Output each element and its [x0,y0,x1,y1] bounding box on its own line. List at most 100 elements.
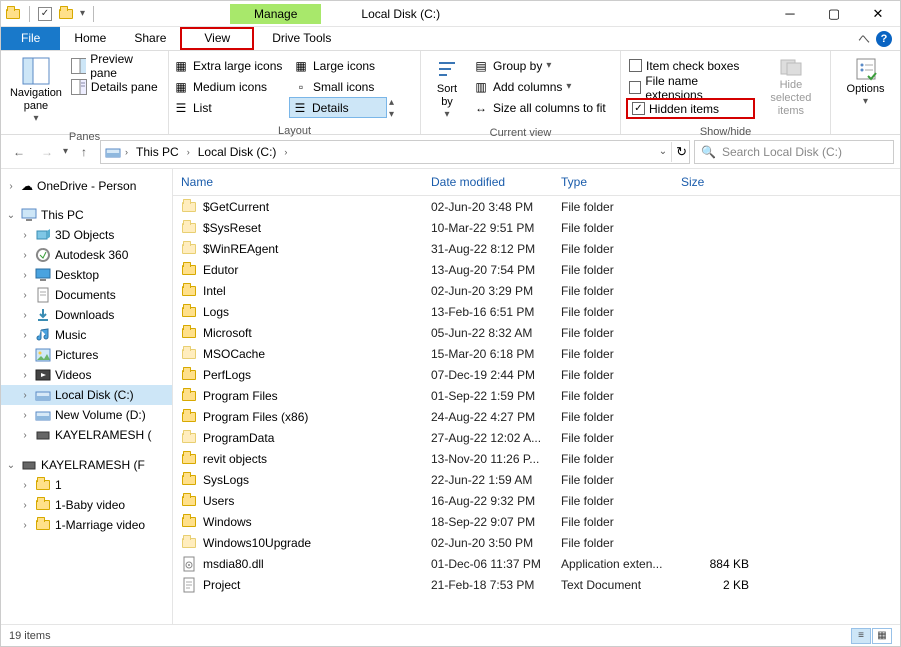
file-row[interactable]: SysLogs22-Jun-22 1:59 AMFile folder [173,469,900,490]
layout-medium-icons[interactable]: ▦Medium icons [171,76,291,97]
explorer-window: ✓ ▾ Manage Local Disk (C:) ─ ▢ ✕ File Ho… [0,0,901,647]
folder-hidden-icon [181,220,197,236]
tree-item[interactable]: ›Documents [1,285,172,305]
file-row[interactable]: Intel02-Jun-20 3:29 PMFile folder [173,280,900,301]
file-name: SysLogs [203,473,249,487]
up-button[interactable]: ↑ [72,140,96,164]
tree-item[interactable]: ›1 [1,475,172,495]
file-row[interactable]: Windows10Upgrade02-Jun-20 3:50 PMFile fo… [173,532,900,553]
minimize-button[interactable]: ─ [768,1,812,27]
recent-locations-icon[interactable]: ▾ [63,146,68,157]
sort-by-button[interactable]: Sort by ▾ [427,55,467,122]
options-button[interactable]: Options ▾ [838,55,894,109]
tree-item[interactable]: ›Pictures [1,345,172,365]
crumb-this-pc[interactable]: This PC [132,145,183,159]
tab-share[interactable]: Share [120,27,180,50]
file-extensions-toggle[interactable]: File name extensions [627,77,754,98]
tree-item[interactable]: ›1-Marriage video [1,515,172,535]
file-name: Windows [203,515,252,529]
back-button[interactable]: ← [7,140,31,164]
file-row[interactable]: revit objects13-Nov-20 11:26 P...File fo… [173,448,900,469]
file-row[interactable]: Microsoft05-Jun-22 8:32 AMFile folder [173,322,900,343]
chevron-right-icon[interactable]: › [123,147,130,157]
search-input[interactable]: 🔍 Search Local Disk (C:) [694,140,894,164]
tab-drive-tools[interactable]: Drive Tools [258,27,345,50]
layout-details[interactable]: ☰Details [289,97,387,118]
file-row[interactable]: MSOCache15-Mar-20 6:18 PMFile folder [173,343,900,364]
tree-item[interactable]: ›Music [1,325,172,345]
tab-home[interactable]: Home [60,27,120,50]
details-pane-button[interactable]: Details pane [69,76,162,97]
ribbon-group-show-hide: Item check boxes File name extensions Hi… [621,51,831,134]
col-name[interactable]: Name [181,175,431,189]
tree-item[interactable]: ›Desktop [1,265,172,285]
details-view-button[interactable]: ≡ [851,628,871,644]
file-row[interactable]: Project21-Feb-18 7:53 PMText Document2 K… [173,574,900,595]
file-row[interactable]: Program Files (x86)24-Aug-22 4:27 PMFile… [173,406,900,427]
tree-removable-drive[interactable]: ⌄KAYELRAMESH (F [1,455,172,475]
add-columns-button[interactable]: ▥Add columns▾ [471,76,608,97]
file-name: Users [203,494,234,508]
size-all-columns-button[interactable]: ↔Size all columns to fit [471,97,608,118]
maximize-button[interactable]: ▢ [812,1,856,27]
tree-item[interactable]: ›3D Objects [1,225,172,245]
chevron-right-icon[interactable]: › [282,147,289,157]
file-row[interactable]: msdia80.dll01-Dec-06 11:37 PMApplication… [173,553,900,574]
thumbnails-view-button[interactable]: ▦ [872,628,892,644]
layout-large-icons[interactable]: ▦Large icons [291,55,391,76]
tree-item[interactable]: ›Videos [1,365,172,385]
chevron-right-icon[interactable]: › [185,147,192,157]
help-icon[interactable]: ? [876,31,892,47]
tree-item[interactable]: ›New Volume (D:) [1,405,172,425]
file-row[interactable]: Program Files01-Sep-22 1:59 PMFile folde… [173,385,900,406]
layout-list[interactable]: ☰List [171,97,289,118]
qat-customize-icon[interactable]: ▾ [80,8,85,19]
tree-item[interactable]: ›Autodesk 360 [1,245,172,265]
preview-pane-button[interactable]: Preview pane [69,55,162,76]
file-row[interactable]: $SysReset10-Mar-22 9:51 PMFile folder [173,217,900,238]
cloud-icon: ☁ [21,179,33,193]
qat-newfolder-icon[interactable] [58,6,74,22]
navigation-pane-button[interactable]: Navigation pane ▾ [7,55,65,126]
refresh-button[interactable]: ↻ [676,144,687,160]
collapse-ribbon-icon[interactable]: へ [858,30,870,47]
col-type[interactable]: Type [561,175,681,189]
forward-button[interactable]: → [35,140,59,164]
file-row[interactable]: Windows18-Sep-22 9:07 PMFile folder [173,511,900,532]
folder-icon [35,517,51,533]
file-row[interactable]: $GetCurrent02-Jun-20 3:48 PMFile folder [173,196,900,217]
hide-selected-items-button[interactable]: Hide selected items [758,55,824,121]
close-button[interactable]: ✕ [856,1,900,27]
tree-item[interactable]: ›Local Disk (C:) [1,385,172,405]
file-name: revit objects [203,452,267,466]
layout-scroll-down-icon[interactable]: ▾ [389,109,394,120]
crumb-local-disk[interactable]: Local Disk (C:) [194,145,281,159]
col-size[interactable]: Size [681,175,761,189]
file-row[interactable]: Users16-Aug-22 9:32 PMFile folder [173,490,900,511]
content-area: ›☁OneDrive - Person ⌄This PC ›3D Objects… [1,169,900,624]
tree-item[interactable]: ›1-Baby video [1,495,172,515]
col-date[interactable]: Date modified [431,175,561,189]
qat-properties-icon[interactable]: ✓ [38,7,52,21]
tree-onedrive[interactable]: ›☁OneDrive - Person [1,177,172,195]
tree-this-pc[interactable]: ⌄This PC [1,205,172,225]
layout-extra-large-icons[interactable]: ▦Extra large icons [171,55,291,76]
layout-scroll-up-icon[interactable]: ▴ [389,97,394,108]
file-list[interactable]: Name Date modified Type Size $GetCurrent… [173,169,900,624]
hidden-items-toggle[interactable]: Hidden items [626,98,755,119]
file-row[interactable]: Edutor13-Aug-20 7:54 PMFile folder [173,259,900,280]
navigation-tree[interactable]: ›☁OneDrive - Person ⌄This PC ›3D Objects… [1,169,173,624]
file-row[interactable]: PerfLogs07-Dec-19 2:44 PMFile folder [173,364,900,385]
file-row[interactable]: ProgramData27-Aug-22 12:02 A...File fold… [173,427,900,448]
tree-item[interactable]: ›KAYELRAMESH ( [1,425,172,445]
file-row[interactable]: Logs13-Feb-16 6:51 PMFile folder [173,301,900,322]
group-by-button[interactable]: ▤Group by▾ [471,55,608,76]
file-row[interactable]: $WinREAgent31-Aug-22 8:12 PMFile folder [173,238,900,259]
tab-view[interactable]: View [180,27,254,50]
layout-small-icons[interactable]: ▫Small icons [291,76,391,97]
column-headers[interactable]: Name Date modified Type Size [173,169,900,196]
tab-file[interactable]: File [1,27,60,50]
tree-item[interactable]: ›Downloads [1,305,172,325]
address-bar[interactable]: › This PC › Local Disk (C:) › ⌄ ↻ [100,140,690,164]
address-history-icon[interactable]: ⌄ [659,146,667,157]
